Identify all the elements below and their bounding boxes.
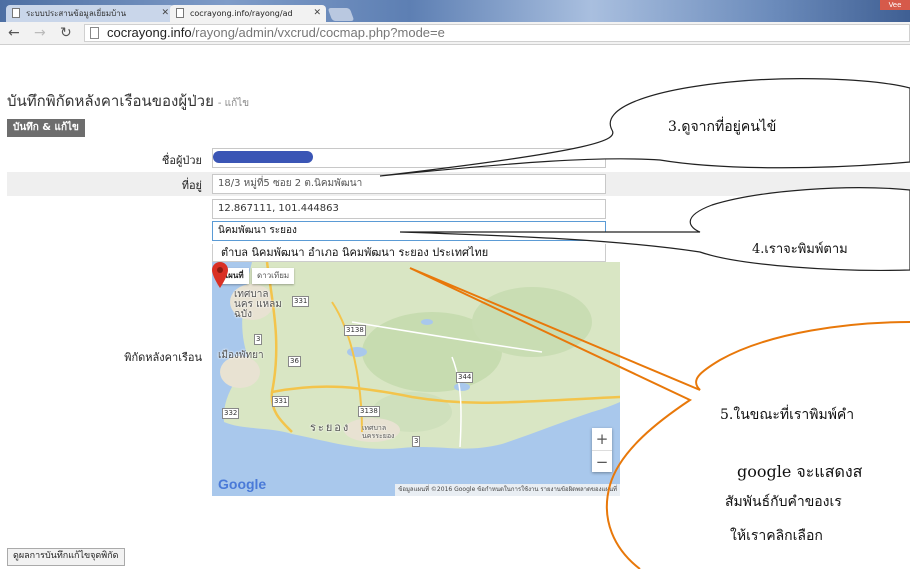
callout-step-5-line4: ให้เราคลิกเลือก xyxy=(730,528,823,544)
callout-step-5-line1: 5.ในขณะที่เราพิมพ์คำ xyxy=(720,407,855,423)
callout-step-5-line2: google จะแสดงส xyxy=(737,462,863,481)
callout-step-4: 4.เราจะพิมพ์ตาม xyxy=(752,242,848,257)
callout-step-3: 3.ดูจากที่อยู่คนไข้ xyxy=(668,119,777,135)
callout-step-5-line3: สัมพันธ์กับคำของเร xyxy=(725,494,842,510)
